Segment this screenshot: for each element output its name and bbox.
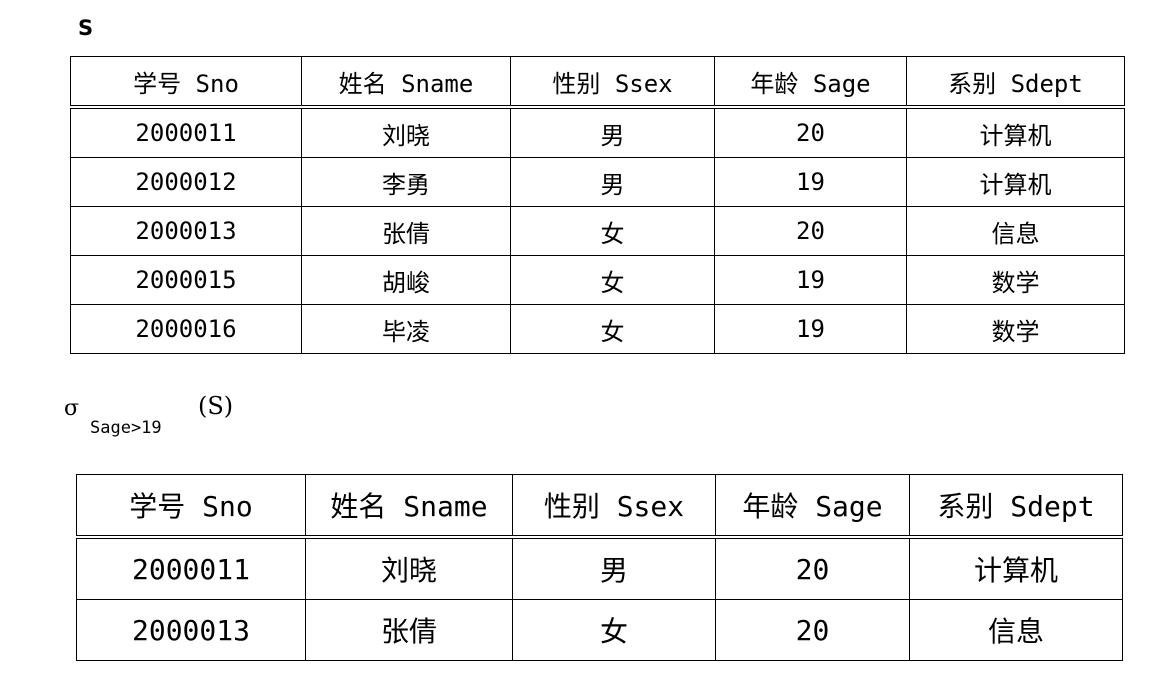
table-row: 2000012 李勇 男 19 计算机 xyxy=(70,157,1125,207)
cell-ssex: 女 xyxy=(512,599,716,661)
cell-sage: 19 xyxy=(714,157,907,207)
cell-sdept: 信息 xyxy=(906,206,1125,256)
cell-sage: 20 xyxy=(715,599,910,661)
cell-sdept: 数学 xyxy=(906,304,1125,354)
selection-expression: σ Sage>19 (S) xyxy=(64,392,464,452)
cell-sname: 胡峻 xyxy=(301,255,511,305)
cell-sage: 19 xyxy=(714,304,907,354)
relation-name-label: S xyxy=(78,16,94,40)
header-ssex: 性别 Ssex xyxy=(512,474,716,539)
header-row: 学号 Sno 姓名 Sname 性别 Ssex 年龄 Sage 系别 Sdept xyxy=(70,56,1125,109)
table-row: 2000016 毕凌 女 19 数学 xyxy=(70,304,1125,354)
selection-argument: (S) xyxy=(198,392,234,420)
cell-sage: 20 xyxy=(715,536,910,600)
cell-ssex: 女 xyxy=(510,206,715,256)
cell-sname: 刘晓 xyxy=(305,536,513,600)
header-ssex: 性别 Ssex xyxy=(510,56,715,109)
table-row: 2000011 刘晓 男 20 计算机 xyxy=(70,106,1125,158)
cell-sno: 2000012 xyxy=(70,157,302,207)
cell-sdept: 计算机 xyxy=(906,157,1125,207)
header-row: 学号 Sno 姓名 Sname 性别 Ssex 年龄 Sage 系别 Sdept xyxy=(76,474,1123,539)
cell-sno: 2000013 xyxy=(70,206,302,256)
header-sage: 年龄 Sage xyxy=(714,56,907,109)
cell-sname: 李勇 xyxy=(301,157,511,207)
sigma-symbol: σ xyxy=(64,396,80,421)
header-sage: 年龄 Sage xyxy=(715,474,910,539)
table-result: 学号 Sno 姓名 Sname 性别 Ssex 年龄 Sage 系别 Sdept… xyxy=(76,474,1123,661)
cell-sdept: 信息 xyxy=(909,599,1123,661)
cell-ssex: 男 xyxy=(510,157,715,207)
cell-ssex: 女 xyxy=(510,304,715,354)
selection-condition: Sage>19 xyxy=(90,418,162,438)
cell-sname: 张倩 xyxy=(305,599,513,661)
cell-ssex: 男 xyxy=(510,106,715,158)
table-row: 2000013 张倩 女 20 信息 xyxy=(76,599,1123,661)
cell-sno: 2000013 xyxy=(76,599,306,661)
header-sdept: 系别 Sdept xyxy=(906,56,1125,109)
cell-sage: 20 xyxy=(714,106,907,158)
table-row: 2000015 胡峻 女 19 数学 xyxy=(70,255,1125,305)
cell-sname: 张倩 xyxy=(301,206,511,256)
cell-sno: 2000015 xyxy=(70,255,302,305)
header-sdept: 系别 Sdept xyxy=(909,474,1123,539)
header-sname: 姓名 Sname xyxy=(305,474,513,539)
header-sname: 姓名 Sname xyxy=(301,56,511,109)
header-sno: 学号 Sno xyxy=(70,56,302,109)
cell-sname: 刘晓 xyxy=(301,106,511,158)
header-sno: 学号 Sno xyxy=(76,474,306,539)
cell-sdept: 计算机 xyxy=(906,106,1125,158)
table-s: 学号 Sno 姓名 Sname 性别 Ssex 年龄 Sage 系别 Sdept… xyxy=(70,56,1125,354)
cell-sno: 2000011 xyxy=(70,106,302,158)
cell-sage: 20 xyxy=(714,206,907,256)
table-row: 2000013 张倩 女 20 信息 xyxy=(70,206,1125,256)
cell-sno: 2000016 xyxy=(70,304,302,354)
cell-sno: 2000011 xyxy=(76,536,306,600)
cell-sdept: 计算机 xyxy=(909,536,1123,600)
cell-sname: 毕凌 xyxy=(301,304,511,354)
cell-ssex: 男 xyxy=(512,536,716,600)
cell-ssex: 女 xyxy=(510,255,715,305)
table-row: 2000011 刘晓 男 20 计算机 xyxy=(76,536,1123,600)
cell-sage: 19 xyxy=(714,255,907,305)
cell-sdept: 数学 xyxy=(906,255,1125,305)
